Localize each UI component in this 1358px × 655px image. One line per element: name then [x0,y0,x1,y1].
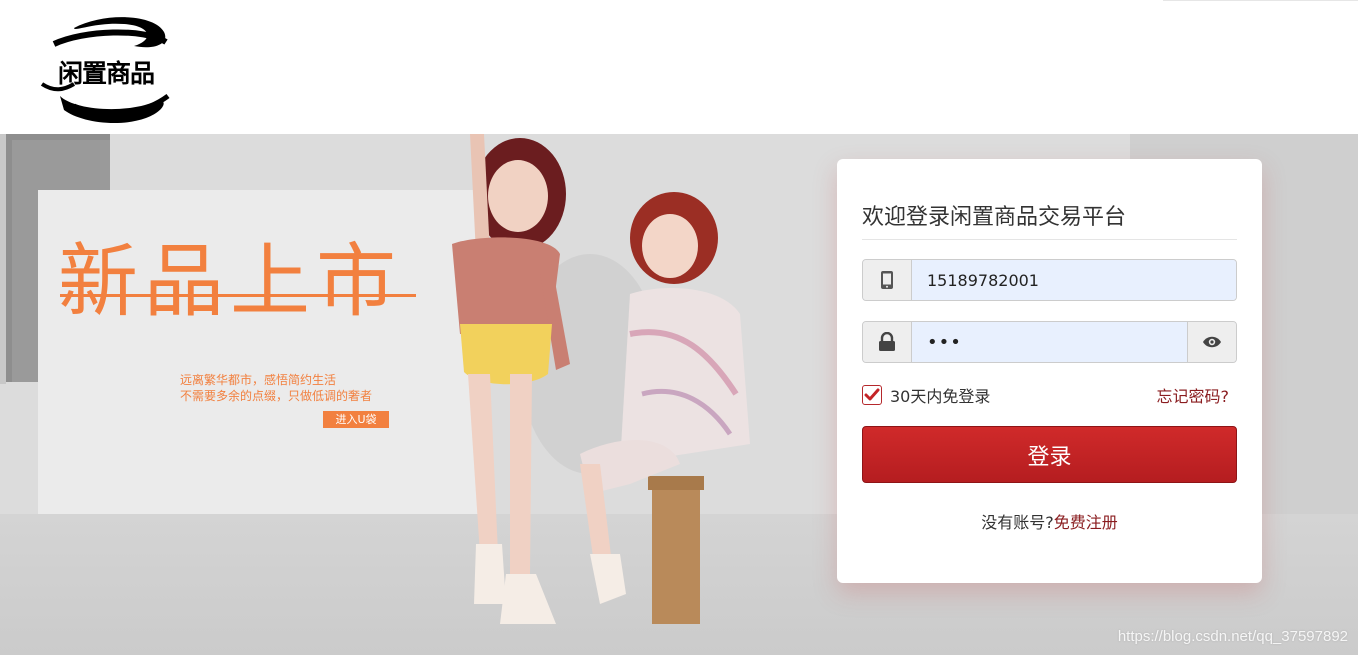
login-button[interactable]: 登录 [862,426,1237,483]
site-header: 闲置商品 [0,0,1358,134]
phone-input-group [862,259,1237,301]
eye-icon[interactable] [1187,322,1236,362]
check-icon [864,388,880,401]
remember-label: 30天内免登录 [890,387,991,406]
promo-subtitle-line2: 不需要多余的点缀，只做低调的奢者 [180,389,373,403]
register-link[interactable]: 免费注册 [1054,513,1118,532]
title-divider [862,239,1237,240]
remember-checkbox[interactable] [862,385,882,405]
promo-subtitle-line1: 远离繁华都市，感悟简约生活 [180,373,337,387]
promo-title: 新品上市 [58,235,402,328]
forgot-password-link[interactable]: 忘记密码? [1157,383,1230,407]
site-logo[interactable]: 闲置商品 [34,10,176,130]
hero-banner: 新品上市 远离繁华都市，感悟简约生活 不需要多余的点缀，只做低调的奢者 进入U袋 [0,134,1358,655]
remember-me[interactable]: 30天内免登录 [862,383,990,407]
password-input-group: ••• [862,321,1237,363]
watermark: https://blog.csdn.net/qq_37597892 [1117,628,1348,645]
register-prompt: 没有账号? [981,513,1054,532]
mobile-phone-icon [863,260,912,300]
logo-text: 闲置商品 [57,59,155,88]
phone-input[interactable] [912,260,1236,300]
login-card: 欢迎登录闲置商品交易平台 ••• [837,159,1262,583]
password-input[interactable]: ••• [912,322,1187,362]
register-row: 没有账号?免费注册 [837,509,1262,533]
lock-icon [863,322,912,362]
header-divider [1163,0,1358,1]
models-photo [452,134,750,624]
promo-subtitle: 远离繁华都市，感悟简约生活 不需要多余的点缀，只做低调的奢者 [180,372,372,404]
login-title: 欢迎登录闲置商品交易平台 [862,205,1127,230]
